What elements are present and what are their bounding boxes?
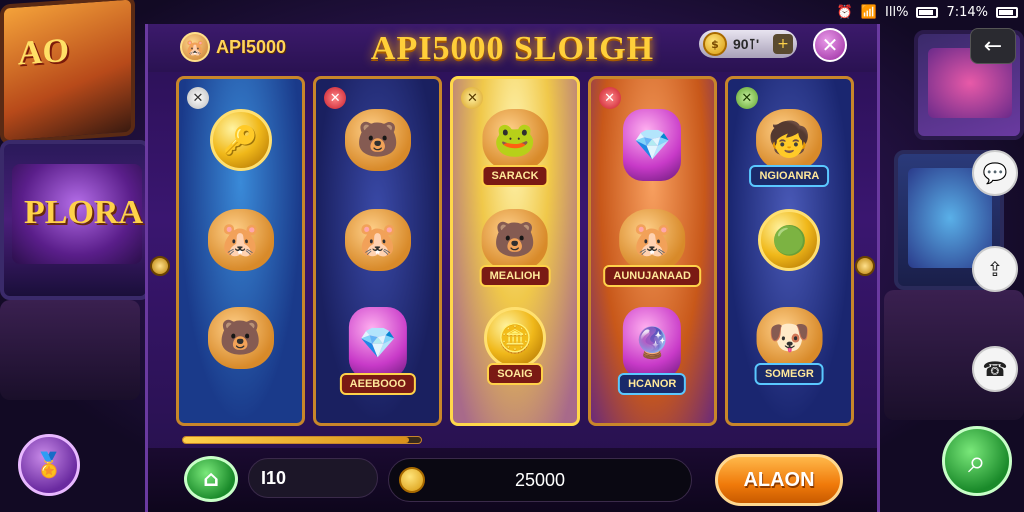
signal-text: Ill% [885, 4, 909, 20]
reel-symbol: 🐸 SARACK [481, 109, 549, 187]
symbol-icon: 🔮 [623, 307, 682, 379]
close-button[interactable]: ✕ [813, 28, 847, 62]
support-icon: ☎ [982, 357, 1008, 381]
coin-balance: $ 90⊺' + [699, 30, 797, 58]
badge-icon: 🏅 [34, 451, 64, 479]
symbol-icon: 🐶 [756, 307, 823, 369]
reel-symbol: 🔑 [209, 109, 272, 171]
upload-button[interactable]: ⇪ [972, 246, 1018, 292]
reel-knob-left [150, 256, 170, 276]
slot-game-panel: 🐹 API5000 API5000 SLOIGH $ 90⊺' + ✕ ✕ 🔑 🐹 🐻… [145, 24, 880, 512]
cabinet-sign: AO [18, 31, 69, 73]
reel-column: ✕ 🐻 🐹 💎 AEEBOOO [313, 76, 443, 426]
symbol-icon: 🐹 [619, 209, 686, 271]
coin-icon: $ [703, 32, 727, 56]
reel-symbol: 🐹 [207, 209, 274, 271]
alarm-icon: ⏰ [836, 4, 853, 20]
reel-symbol: 🐻 [207, 307, 274, 369]
symbol-icon: 🧒 [756, 109, 823, 171]
reel-symbol: 🐹 [344, 209, 411, 271]
symbol-icon: 🐸 [482, 109, 548, 171]
symbol-label: NGIOANRA [749, 165, 830, 187]
symbol-label: AEEBOOO [339, 373, 416, 395]
status-bar: ⏰ 📶 Ill% 7:14% [837, 2, 1018, 22]
upload-icon: ⇪ [986, 257, 1004, 281]
reel-symbol: 💎 AEEBOOO [339, 307, 416, 395]
status-time: 7:14% [946, 4, 988, 20]
symbol-label: SOAIG [487, 363, 543, 385]
reel-symbol: 🐹 AUNUJANAAD [603, 209, 702, 287]
battery-icon-secondary [996, 6, 1018, 18]
reel-symbol: 🔮 HCANOR [618, 307, 687, 395]
symbol-icon: 🐹 [344, 209, 411, 271]
reel-column: ✕ 🧒 NGIOANRA 🟢 🐶 SOMEGR [724, 76, 855, 426]
chat-button[interactable]: 💬 [972, 150, 1018, 196]
control-bar: ⌂ I10 25000 ALAON [148, 448, 877, 512]
symbol-icon: 🟢 [758, 209, 821, 271]
arcade-cabinet-left-top: AO [0, 0, 135, 145]
symbol-icon: 🔑 [209, 109, 272, 171]
coin-value: 90⊺' [733, 35, 760, 52]
symbol-label: SOMEGR [754, 363, 824, 385]
symbol-icon: 🐻 [481, 209, 548, 271]
reel-marker-icon[interactable]: ✕ [187, 87, 209, 109]
support-button[interactable]: ☎ [972, 346, 1018, 392]
symbol-icon: 🐻 [344, 109, 411, 171]
reel-knob-right [855, 256, 875, 276]
symbol-icon: 💎 [623, 109, 682, 181]
reel-column: ✕ 💎 🐹 AUNUJANAAD 🔮 HCANOR [587, 76, 717, 426]
reel-symbol: 🟢 [758, 209, 821, 271]
game-header: 🐹 API5000 API5000 SLOIGH $ 90⊺' + ✕ [148, 24, 877, 72]
chat-icon: 💬 [982, 161, 1008, 185]
reel-symbol: 🐶 SOMEGR [754, 307, 824, 385]
credit-display: 25000 [388, 458, 692, 502]
symbol-icon: 🐻 [207, 307, 274, 369]
reel-marker-icon[interactable]: ✕ [461, 87, 484, 109]
spin-action-button[interactable]: ALAON [715, 454, 843, 506]
reel-symbol: 💎 [623, 109, 682, 181]
emblem-button[interactable]: 🏅 [18, 434, 80, 496]
cabinet-sign: PLORA [24, 194, 143, 231]
symbol-icon: 💎 [348, 307, 407, 379]
symbol-icon: 🪙 [484, 307, 546, 369]
reel-symbol: 🐻 MEALIOH [479, 209, 551, 287]
symbol-label: AUNUJANAAD [603, 265, 702, 287]
symbol-label: MEALIOH [479, 265, 551, 287]
arcade-cabinet-left-bottom [0, 300, 140, 400]
reel-column: ✕ 🔑 🐹 🐻 [176, 76, 306, 426]
battery-icon [916, 6, 939, 18]
credit-value: 25000 [514, 469, 566, 490]
reel-symbol: 🧒 NGIOANRA [749, 109, 830, 187]
reel-marker-icon[interactable]: ✕ [598, 87, 621, 109]
arcade-cabinet-left-mid: PLORA [0, 140, 150, 300]
progress-fill [183, 437, 410, 443]
back-button[interactable]: ← [970, 28, 1016, 64]
reel-symbol: 🐻 [344, 109, 411, 171]
symbol-icon: 🐹 [207, 209, 274, 271]
reel-marker-icon[interactable]: ✕ [735, 87, 758, 109]
symbol-label: HCANOR [618, 373, 687, 395]
bet-field[interactable]: I10 [248, 458, 378, 498]
search-button[interactable]: ⌕ [942, 426, 1012, 496]
home-button[interactable]: ⌂ [184, 456, 238, 502]
progress-rail [182, 436, 422, 444]
reel-area: ✕ 🔑 🐹 🐻 ✕ 🐻 🐹 💎 AEEBOOO ✕ 🐸 SARACK 🐻 MEALIOH 🪙 SOAIG ✕ 💎 🐹… [176, 76, 855, 426]
reel-symbol: 🪙 SOAIG [484, 307, 546, 385]
reel-column: ✕ 🐸 SARACK 🐻 MEALIOH 🪙 SOAIG [450, 76, 580, 426]
symbol-label: SARACK [481, 165, 549, 187]
reel-marker-icon[interactable]: ✕ [324, 87, 347, 109]
wifi-icon: 📶 [860, 4, 878, 20]
add-coins-button[interactable]: + [773, 34, 793, 54]
